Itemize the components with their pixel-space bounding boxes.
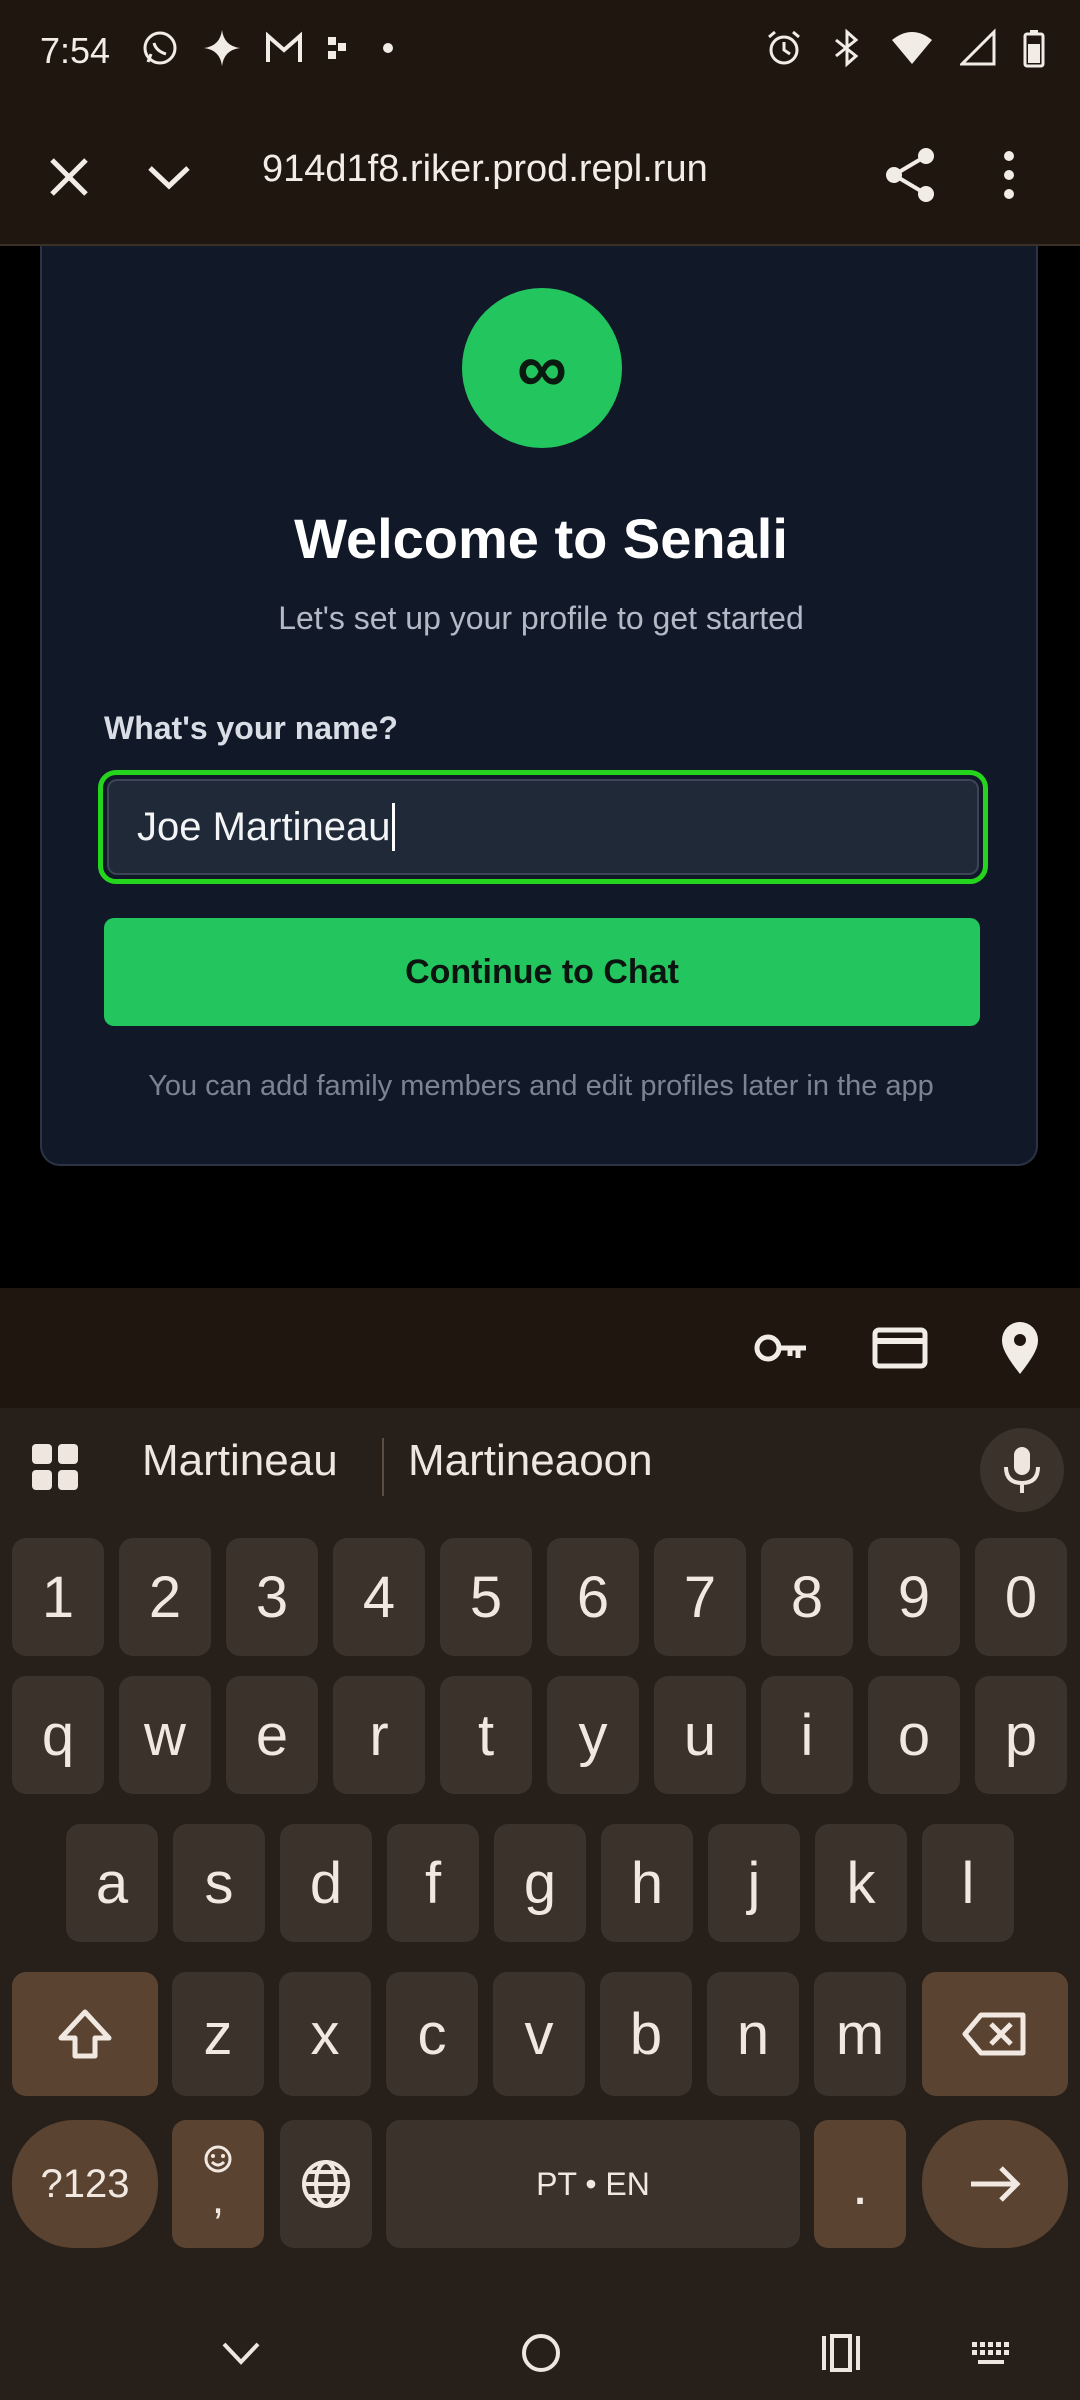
emoji-comma-key[interactable]: , bbox=[172, 2120, 264, 2248]
language-key[interactable] bbox=[280, 2120, 372, 2248]
key-s[interactable]: s bbox=[173, 1824, 265, 1942]
app-logo: ∞ bbox=[462, 288, 622, 448]
key-i[interactable]: i bbox=[761, 1676, 853, 1794]
key-l[interactable]: l bbox=[922, 1824, 1014, 1942]
dots-icon bbox=[328, 37, 346, 59]
key-u[interactable]: u bbox=[654, 1676, 746, 1794]
suggestion-2[interactable]: Martineaoon bbox=[408, 1436, 653, 1486]
symbols-key[interactable]: ?123 bbox=[12, 2120, 158, 2248]
key-h[interactable]: h bbox=[601, 1824, 693, 1942]
space-key[interactable]: PT • EN bbox=[386, 2120, 800, 2248]
alarm-icon bbox=[768, 30, 800, 65]
welcome-card: ∞ Welcome to Senali Let's set up your pr… bbox=[40, 246, 1038, 1166]
page-subtitle: Let's set up your profile to get started bbox=[278, 600, 804, 636]
apps-grid-icon[interactable] bbox=[30, 1442, 80, 1492]
sparkle-icon bbox=[204, 30, 240, 66]
status-bar: 7:54 bbox=[0, 0, 1080, 104]
close-icon[interactable] bbox=[40, 148, 98, 206]
wifi-icon bbox=[892, 32, 932, 64]
battery-icon bbox=[1023, 30, 1045, 68]
key-2[interactable]: 2 bbox=[119, 1538, 211, 1656]
key-o[interactable]: o bbox=[868, 1676, 960, 1794]
key-7[interactable]: 7 bbox=[654, 1538, 746, 1656]
hint-text: You can add family members and edit prof… bbox=[148, 1070, 934, 1102]
name-input-focus-ring: Joe Martineau bbox=[98, 770, 988, 884]
notification-dot-icon bbox=[383, 43, 393, 53]
key-v[interactable]: v bbox=[493, 1972, 585, 2096]
status-time: 7:54 bbox=[40, 30, 111, 71]
chevron-down-icon[interactable] bbox=[140, 148, 198, 206]
share-icon[interactable] bbox=[880, 144, 942, 206]
text-caret bbox=[392, 803, 396, 851]
key-x[interactable]: x bbox=[279, 1972, 371, 2096]
nav-hide-keyboard-icon[interactable] bbox=[218, 2330, 264, 2376]
suggestion-1[interactable]: Martineau bbox=[142, 1436, 338, 1486]
bluetooth-icon bbox=[835, 28, 859, 68]
key-b[interactable]: b bbox=[600, 1972, 692, 2096]
key-icon[interactable] bbox=[750, 1318, 810, 1378]
gmail-icon bbox=[266, 31, 302, 62]
signal-icon bbox=[960, 28, 996, 66]
browser-toolbar: 914d1f8.riker.prod.repl.run bbox=[0, 104, 1080, 246]
shift-key[interactable] bbox=[12, 1972, 158, 2096]
key-n[interactable]: n bbox=[707, 1972, 799, 2096]
autofill-toolbar bbox=[0, 1288, 1080, 1408]
key-q[interactable]: q bbox=[12, 1676, 104, 1794]
navigation-bar bbox=[0, 2308, 1080, 2400]
backspace-icon bbox=[962, 2012, 1026, 2056]
backspace-key[interactable] bbox=[922, 1972, 1068, 2096]
period-key[interactable]: . bbox=[814, 2120, 906, 2248]
name-input-value: Joe Martineau bbox=[137, 804, 391, 849]
key-w[interactable]: w bbox=[119, 1676, 211, 1794]
globe-icon bbox=[302, 2160, 350, 2208]
suggestion-bar: Martineau Martineaoon bbox=[0, 1408, 1080, 1520]
key-c[interactable]: c bbox=[386, 1972, 478, 2096]
mic-icon bbox=[1004, 1447, 1040, 1493]
key-a[interactable]: a bbox=[66, 1824, 158, 1942]
suggestion-divider bbox=[382, 1438, 384, 1496]
nav-home-icon[interactable] bbox=[518, 2330, 564, 2376]
nav-recents-icon[interactable] bbox=[818, 2330, 864, 2376]
comma-label: , bbox=[211, 2174, 225, 2223]
name-label: What's your name? bbox=[104, 710, 398, 746]
key-z[interactable]: z bbox=[172, 1972, 264, 2096]
key-3[interactable]: 3 bbox=[226, 1538, 318, 1656]
key-k[interactable]: k bbox=[815, 1824, 907, 1942]
key-p[interactable]: p bbox=[975, 1676, 1067, 1794]
whatsapp-icon bbox=[143, 31, 177, 65]
continue-button[interactable]: Continue to Chat bbox=[104, 918, 980, 1026]
status-notification-icons bbox=[140, 28, 398, 68]
shift-icon bbox=[58, 2009, 112, 2059]
key-t[interactable]: t bbox=[440, 1676, 532, 1794]
url-bar[interactable]: 914d1f8.riker.prod.repl.run bbox=[262, 148, 742, 191]
key-6[interactable]: 6 bbox=[547, 1538, 639, 1656]
keyboard: Martineau Martineaoon 1234567890 qwertyui… bbox=[0, 1408, 1080, 2308]
arrow-right-icon bbox=[971, 2166, 1021, 2202]
key-4[interactable]: 4 bbox=[333, 1538, 425, 1656]
key-d[interactable]: d bbox=[280, 1824, 372, 1942]
card-icon[interactable] bbox=[870, 1318, 930, 1378]
key-f[interactable]: f bbox=[387, 1824, 479, 1942]
key-e[interactable]: e bbox=[226, 1676, 318, 1794]
key-5[interactable]: 5 bbox=[440, 1538, 532, 1656]
emoji-icon bbox=[204, 2145, 232, 2173]
nav-keyboard-switch-icon[interactable] bbox=[968, 2334, 1014, 2374]
name-input[interactable]: Joe Martineau bbox=[107, 779, 979, 875]
key-r[interactable]: r bbox=[333, 1676, 425, 1794]
enter-key[interactable] bbox=[922, 2120, 1068, 2248]
key-j[interactable]: j bbox=[708, 1824, 800, 1942]
location-icon[interactable] bbox=[990, 1318, 1050, 1378]
key-y[interactable]: y bbox=[547, 1676, 639, 1794]
key-8[interactable]: 8 bbox=[761, 1538, 853, 1656]
status-system-icons bbox=[764, 28, 1046, 68]
key-g[interactable]: g bbox=[494, 1824, 586, 1942]
key-0[interactable]: 0 bbox=[975, 1538, 1067, 1656]
key-m[interactable]: m bbox=[814, 1972, 906, 2096]
more-vert-icon[interactable] bbox=[986, 144, 1032, 206]
mic-button[interactable] bbox=[980, 1428, 1064, 1512]
page-title: Welcome to Senali bbox=[294, 507, 788, 570]
key-1[interactable]: 1 bbox=[12, 1538, 104, 1656]
key-9[interactable]: 9 bbox=[868, 1538, 960, 1656]
